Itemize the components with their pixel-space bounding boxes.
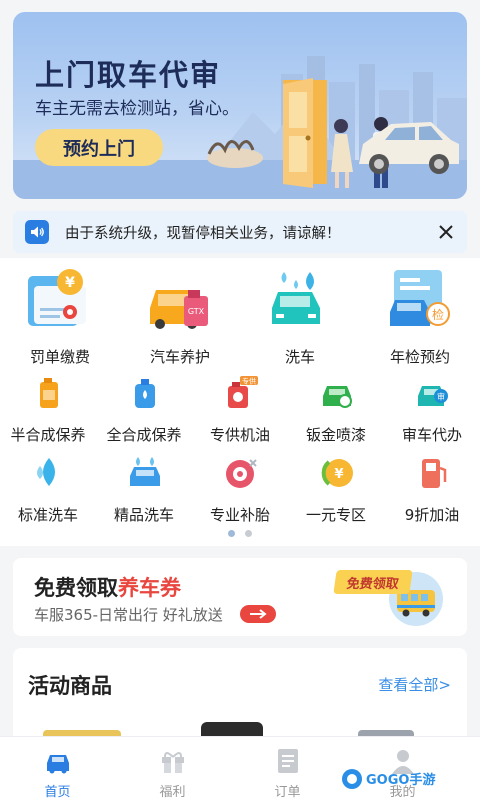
service-engine-oil[interactable]: 专供 专供机油 (192, 376, 288, 446)
service-label: 年检预约 (389, 348, 450, 366)
service-fuel-discount[interactable]: 9折加油 (384, 456, 480, 526)
service-one-yuan[interactable]: ¥ 一元专区 (288, 456, 384, 526)
section-title: 活动商品 (28, 674, 112, 698)
view-all-link[interactable]: 查看全部> (378, 674, 451, 695)
ticket-payment-icon: ¥ (28, 269, 86, 326)
svg-text:检: 检 (432, 307, 444, 322)
service-label: 精品洗车 (113, 506, 174, 524)
services-row-3: 标准洗车 精品洗车 专业补胎 ¥ 一元专区 9折加油 (0, 456, 480, 526)
service-paint[interactable]: 钣金喷漆 (288, 376, 384, 446)
service-label: 审车代办 (401, 426, 462, 444)
engine-oil-icon: 专供 (228, 376, 258, 408)
coupon-title: 免费领取养车券 (34, 572, 181, 602)
service-label: 罚单缴费 (29, 348, 90, 366)
svg-text:GTX: GTX (188, 307, 205, 316)
service-grid: ¥ 罚单缴费 GTX 汽车养护 洗车 检 年检预约 半合成保养 全合成保养 专供… (0, 258, 480, 546)
services-row-2: 半合成保养 全合成保养 专供 专供机油 钣金喷漆 审 审车代办 (0, 376, 480, 446)
speaker-icon (25, 220, 49, 244)
service-label: 一元专区 (305, 506, 366, 524)
coin-symbol: ¥ (334, 467, 343, 482)
service-car-maintenance[interactable]: GTX 汽车养护 (120, 268, 240, 368)
service-semi-synthetic[interactable]: 半合成保养 (0, 376, 96, 446)
gift-icon (162, 752, 184, 773)
banner-title: 上门取车代审 (35, 58, 222, 92)
notice-text: 由于系统升级，现暂停相关业务，请谅解！ (65, 225, 341, 242)
service-label: 9折加油 (404, 506, 460, 524)
watermark-logo: GOGO手游网 (342, 769, 436, 789)
paint-car-icon (323, 386, 352, 408)
coupon-card[interactable]: 免费领取养车券 车服365-日常出行 好礼放送 免费领取 (13, 558, 467, 636)
banner-subtitle: 车主无需去检测站，省心。 (35, 99, 239, 119)
fuel-pump-icon (422, 459, 447, 488)
service-full-synthetic[interactable]: 全合成保养 (96, 376, 192, 446)
page-dot-2[interactable] (245, 530, 252, 537)
home-car-icon (47, 755, 69, 774)
tab-label: 订单 (274, 785, 301, 800)
book-visit-button[interactable]: 预约上门 (35, 129, 163, 166)
premium-wash-icon (130, 457, 160, 486)
tire-repair-icon (226, 459, 257, 488)
service-label: 汽车养护 (149, 348, 210, 366)
service-label: 半合成保养 (10, 426, 86, 444)
oil-can-orange-icon (40, 378, 58, 408)
service-premium-wash[interactable]: 精品洗车 (96, 456, 192, 526)
promo-banner[interactable]: 上门取车代审 车主无需去检测站，省心。 预约上门 (13, 12, 467, 199)
inspection-car-icon: 审 (418, 386, 448, 406)
service-badge: 专供 (242, 377, 256, 386)
service-inspection-agent[interactable]: 审 审车代办 (384, 376, 480, 446)
tab-label: 首页 (44, 785, 71, 800)
service-label: 专供机油 (209, 426, 270, 444)
one-yuan-coin-icon: ¥ (321, 459, 353, 487)
main-services-row: ¥ 罚单缴费 GTX 汽车养护 洗车 检 年检预约 (0, 268, 480, 368)
coupon-subtitle: 车服365-日常出行 好礼放送 (34, 606, 223, 624)
order-list-icon (278, 749, 298, 773)
tab-orders[interactable]: 订单 (230, 737, 345, 800)
tab-home[interactable]: 首页 (0, 737, 115, 800)
arrow-right-icon[interactable] (240, 605, 276, 623)
service-annual-inspection[interactable]: 检 年检预约 (360, 268, 480, 368)
coupon-title-highlight: 养车券 (118, 576, 181, 600)
service-badge: 审 (437, 392, 445, 402)
tab-welfare[interactable]: 福利 (115, 737, 230, 800)
tab-label: 福利 (159, 785, 186, 800)
service-label: 标准洗车 (17, 506, 78, 524)
service-ticket-payment[interactable]: ¥ 罚单缴费 (0, 268, 120, 368)
service-label: 洗车 (284, 348, 315, 366)
svg-text:¥: ¥ (65, 275, 75, 291)
annual-inspection-icon: 检 (390, 270, 450, 326)
service-tire-repair[interactable]: 专业补胎 (192, 456, 288, 526)
notice-bar: 由于系统升级，现暂停相关业务，请谅解！ (13, 211, 467, 253)
service-label: 全合成保养 (106, 426, 182, 444)
service-label: 专业补胎 (209, 506, 270, 524)
car-maintenance-icon: GTX (150, 290, 208, 329)
claim-free-button[interactable]: 免费领取 (333, 570, 413, 594)
coupon-title-prefix: 免费领取 (34, 576, 118, 600)
oil-bottle-blue-icon (135, 379, 155, 408)
water-drop-icon (37, 458, 55, 486)
service-standard-wash[interactable]: 标准洗车 (0, 456, 96, 526)
svg-text:GOGO手游网: GOGO手游网 (366, 772, 436, 788)
car-wash-icon (272, 272, 320, 324)
page-dot-1[interactable] (228, 530, 235, 537)
service-car-wash[interactable]: 洗车 (240, 268, 360, 368)
close-icon[interactable] (425, 224, 467, 240)
page-indicator[interactable] (0, 530, 480, 537)
service-label: 钣金喷漆 (305, 426, 366, 444)
